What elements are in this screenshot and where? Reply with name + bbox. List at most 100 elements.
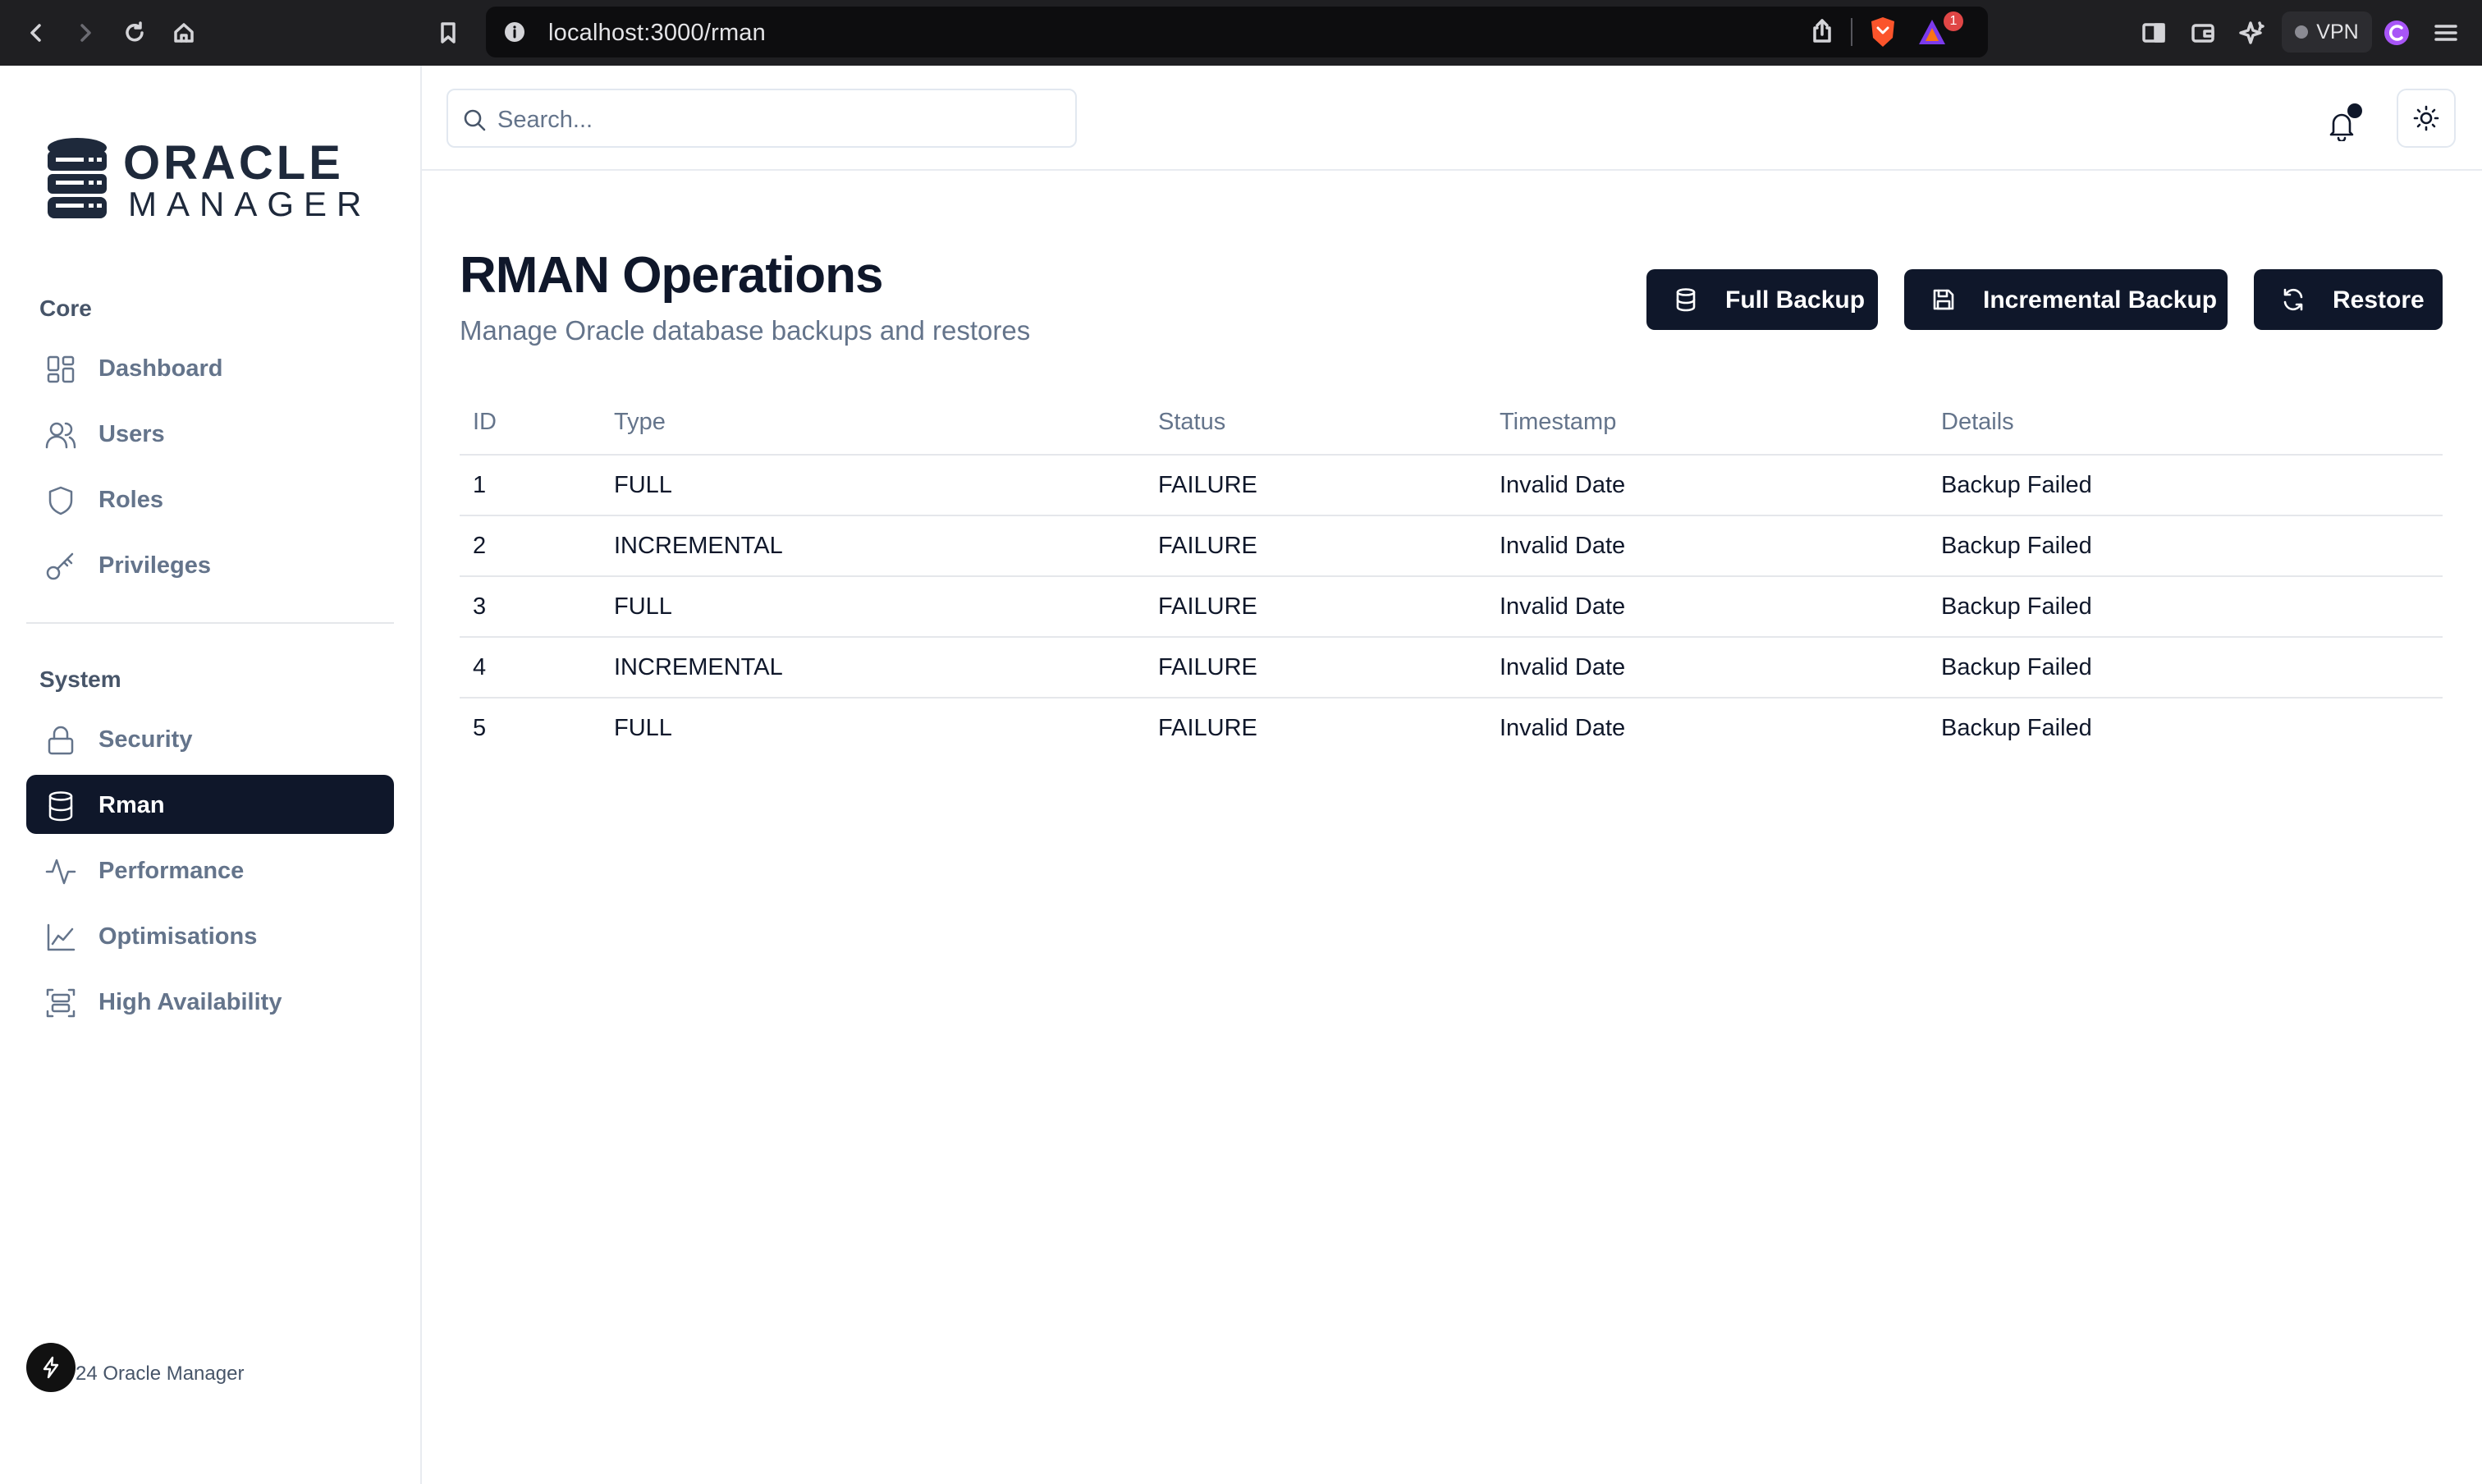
table-header-row: ID Type Status Timestamp Details xyxy=(460,391,2443,456)
site-info-icon[interactable] xyxy=(501,18,529,46)
cell-status: FAILURE xyxy=(1145,576,1486,638)
cell-id: 1 xyxy=(460,455,601,516)
column-header-details: Details xyxy=(1928,391,2443,456)
notifications-button[interactable] xyxy=(2313,97,2370,154)
bookmark-icon[interactable] xyxy=(428,13,468,53)
cell-timestamp: Invalid Date xyxy=(1486,515,1928,577)
sidebar-divider xyxy=(26,622,394,624)
sidebar: ORACLE MANAGER Core Dashboard Users Role… xyxy=(0,66,422,1484)
forward-icon[interactable] xyxy=(66,13,105,53)
rewards-badge: 1 xyxy=(1944,11,1963,31)
incremental-backup-button[interactable]: Incremental Backup xyxy=(1904,269,2228,330)
wallet-icon[interactable] xyxy=(2183,13,2223,53)
lock-icon xyxy=(44,724,77,757)
sidebar-item-high-availability[interactable]: High Availability xyxy=(26,972,394,1031)
table-row: 2 INCREMENTAL FAILURE Invalid Date Backu… xyxy=(460,515,2443,577)
cell-id: 4 xyxy=(460,637,601,698)
cell-timestamp: Invalid Date xyxy=(1486,455,1928,516)
share-icon[interactable] xyxy=(1807,16,1837,50)
full-backup-label: Full Backup xyxy=(1725,286,1866,314)
urlbar-divider xyxy=(1851,18,1852,46)
sidebar-item-roles[interactable]: Roles xyxy=(26,469,394,529)
table-row: 5 FULL FAILURE Invalid Date Backup Faile… xyxy=(460,698,2443,758)
cell-type: FULL xyxy=(601,576,1145,638)
url-text: localhost:3000/rman xyxy=(548,20,766,46)
cell-timestamp: Invalid Date xyxy=(1486,637,1928,698)
cell-status: FAILURE xyxy=(1145,637,1486,698)
database-icon xyxy=(44,790,77,822)
cell-id: 2 xyxy=(460,515,601,577)
full-backup-button[interactable]: Full Backup xyxy=(1646,269,1878,330)
server-icon xyxy=(44,987,77,1019)
menu-icon[interactable] xyxy=(2426,13,2466,53)
sidebar-item-label: Security xyxy=(98,726,193,753)
cell-type: INCREMENTAL xyxy=(601,637,1145,698)
database-icon xyxy=(1673,286,1699,313)
key-icon xyxy=(44,550,77,583)
cell-details: Backup Failed xyxy=(1928,515,2443,577)
line-chart-icon xyxy=(44,921,77,954)
cell-details: Backup Failed xyxy=(1928,455,2443,516)
sidebar-item-label: Performance xyxy=(98,858,245,884)
sidebar-item-label: Roles xyxy=(98,487,163,513)
shield-icon xyxy=(44,484,77,517)
sidebar-item-label: Rman xyxy=(98,792,165,818)
sidebar-item-optimisations[interactable]: Optimisations xyxy=(26,906,394,965)
top-bar xyxy=(422,66,2482,171)
section-label-core: Core xyxy=(39,295,92,321)
restore-button[interactable]: Restore xyxy=(2254,269,2443,330)
vpn-label: VPN xyxy=(2316,20,2359,44)
sidebar-item-label: Dashboard xyxy=(98,355,223,382)
notification-dot xyxy=(2347,103,2362,118)
cell-type: FULL xyxy=(614,715,672,741)
vpn-status-dot xyxy=(2295,25,2309,39)
dev-tools-button[interactable] xyxy=(26,1343,76,1392)
reload-icon[interactable] xyxy=(115,13,154,53)
logo-text-top: ORACLE xyxy=(123,136,344,190)
brave-shield-icon[interactable] xyxy=(1866,15,1899,53)
sidebar-item-security[interactable]: Security xyxy=(26,709,394,768)
sidebar-item-rman[interactable]: Rman xyxy=(26,775,394,834)
home-icon[interactable] xyxy=(164,13,204,53)
sidebar-item-dashboard[interactable]: Dashboard xyxy=(26,338,394,397)
cell-id: 5 xyxy=(473,715,487,741)
footer-copyright: 24 Oracle Manager xyxy=(76,1363,245,1385)
cell-details: Backup Failed xyxy=(1928,576,2443,638)
cell-details: Backup Failed xyxy=(1941,715,2092,741)
activity-icon xyxy=(44,855,77,888)
sidebar-toggle-icon[interactable] xyxy=(2134,13,2173,53)
cell-type: INCREMENTAL xyxy=(601,515,1145,577)
users-icon xyxy=(44,419,77,451)
sidebar-item-label: Privileges xyxy=(98,552,212,579)
save-icon xyxy=(1930,286,1957,313)
profile-avatar[interactable] xyxy=(2377,13,2416,53)
table-row: 4 INCREMENTAL FAILURE Invalid Date Backu… xyxy=(460,637,2443,698)
sidebar-item-performance[interactable]: Performance xyxy=(26,840,394,900)
rman-operations-table: ID Type Status Timestamp Details 1 FULL … xyxy=(460,391,2443,758)
sidebar-item-label: Users xyxy=(98,421,165,447)
refresh-icon xyxy=(2280,286,2306,313)
column-header-type: Type xyxy=(601,391,1145,456)
app-logo[interactable]: ORACLE MANAGER xyxy=(46,136,361,227)
ai-sparkle-icon[interactable] xyxy=(2232,13,2272,53)
sun-icon xyxy=(2413,105,2439,131)
bolt-icon xyxy=(43,1356,59,1379)
column-header-timestamp: Timestamp xyxy=(1486,391,1928,456)
cell-status: FAILURE xyxy=(1145,515,1486,577)
address-bar[interactable]: localhost:3000/rman 1 xyxy=(486,7,1988,57)
column-header-id: ID xyxy=(460,391,601,456)
search-input[interactable] xyxy=(497,102,1064,138)
cell-id: 3 xyxy=(460,576,601,638)
back-icon[interactable] xyxy=(16,13,56,53)
cell-status: FAILURE xyxy=(1158,715,1257,741)
sidebar-item-users[interactable]: Users xyxy=(26,404,394,463)
sidebar-item-privileges[interactable]: Privileges xyxy=(26,535,394,594)
table-row: 3 FULL FAILURE Invalid Date Backup Faile… xyxy=(460,576,2443,638)
vpn-button[interactable]: VPN xyxy=(2282,11,2372,53)
cell-details: Backup Failed xyxy=(1928,637,2443,698)
search-box[interactable] xyxy=(446,89,1077,148)
theme-toggle-button[interactable] xyxy=(2397,89,2456,148)
cell-type: FULL xyxy=(601,455,1145,516)
logo-text-bottom: MANAGER xyxy=(128,185,372,223)
column-header-status: Status xyxy=(1145,391,1486,456)
